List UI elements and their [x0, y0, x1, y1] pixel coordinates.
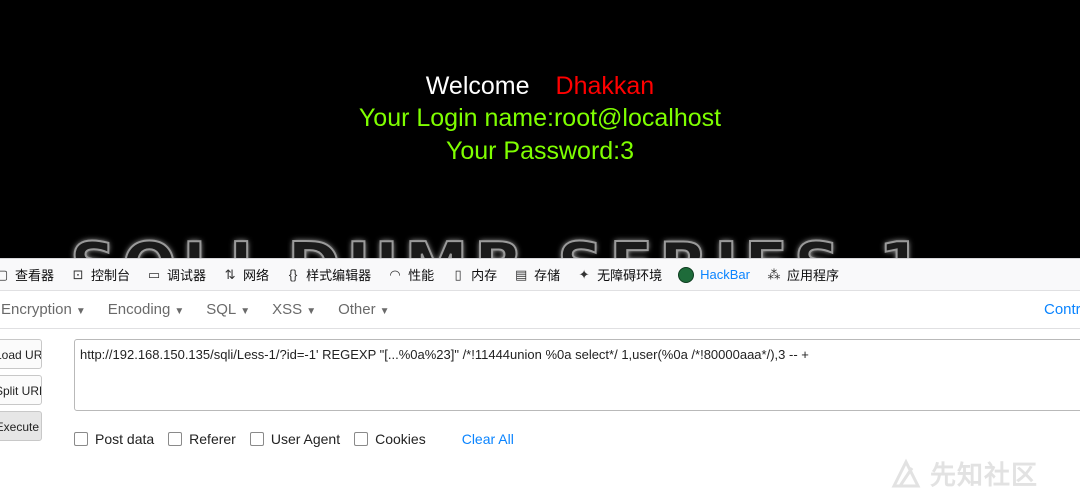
- execute-button[interactable]: Execute: [0, 411, 42, 441]
- menu-label: Encryption: [1, 301, 72, 318]
- post-data-option[interactable]: Post data: [74, 431, 154, 447]
- tab-hackbar[interactable]: HackBar: [670, 259, 758, 290]
- user-agent-checkbox[interactable]: [249, 432, 264, 446]
- tab-label: 存储: [534, 268, 561, 283]
- series-banner: SQLI DUMB SERIES-1: [69, 229, 929, 258]
- menu-label: Other: [338, 301, 376, 318]
- tab-label: 网络: [243, 268, 270, 283]
- tab-network[interactable]: ⇅ 网络: [214, 259, 277, 290]
- option-label: Cookies: [375, 431, 426, 447]
- tab-label: HackBar: [700, 267, 750, 282]
- cookies-checkbox[interactable]: [354, 432, 369, 446]
- tab-performance[interactable]: ◠ 性能: [379, 259, 442, 290]
- tab-storage[interactable]: ▤ 存储: [505, 259, 568, 290]
- menu-label: Encoding: [107, 301, 171, 318]
- tab-label: 应用程序: [787, 268, 840, 283]
- menu-encryption[interactable]: Encryption ▼: [0, 301, 97, 318]
- menu-other[interactable]: Other ▼: [327, 301, 400, 318]
- referer-checkbox[interactable]: [168, 432, 183, 446]
- tab-debugger[interactable]: ▭ 调试器: [138, 259, 214, 290]
- chevron-down-icon: ▼: [240, 306, 251, 317]
- application-icon: ⁂: [767, 266, 781, 282]
- menu-label: SQL: [206, 301, 237, 318]
- style-editor-icon: {}: [288, 266, 298, 282]
- chevron-down-icon: ▼: [75, 306, 86, 317]
- accessibility-icon: ✦: [578, 266, 590, 282]
- menu-sql[interactable]: SQL ▼: [195, 301, 261, 318]
- tab-inspector[interactable]: ▢ 查看器: [0, 259, 62, 290]
- chevron-down-icon: ▼: [379, 306, 390, 317]
- cookies-option[interactable]: Cookies: [354, 431, 426, 447]
- tab-label: 调试器: [167, 268, 207, 283]
- console-icon: ⊡: [72, 266, 84, 282]
- tab-application[interactable]: ⁂ 应用程序: [758, 259, 847, 290]
- menu-label: XSS: [272, 301, 303, 318]
- tab-console[interactable]: ⊡ 控制台: [62, 259, 138, 290]
- login-name-line: Your Login name:root@localhost: [358, 104, 722, 132]
- debugger-icon: ▭: [147, 266, 161, 282]
- clear-all-link[interactable]: Clear All: [462, 431, 514, 447]
- tab-style-editor[interactable]: {} 样式编辑器: [277, 259, 379, 290]
- option-label: Post data: [95, 431, 155, 447]
- devtools-tab-bar: ▢ 查看器 ⊡ 控制台 ▭ 调试器 ⇅ 网络 {} 样式编辑器 ◠ 性能 ▯ 内存 ▤ 存储 ✦…: [0, 258, 1080, 291]
- performance-icon: ◠: [389, 266, 401, 282]
- url-input[interactable]: http://192.168.150.135/sqli/Less-1/?id=-…: [74, 339, 1080, 411]
- tab-label: 无障碍环境: [597, 268, 663, 283]
- request-options: Post data Referer User Agent Cookies Cle…: [74, 428, 514, 450]
- inspector-icon: ▢: [0, 266, 9, 282]
- welcome-line: Welcome Dhakkan: [0, 71, 1080, 101]
- menu-encoding[interactable]: Encoding ▼: [97, 301, 195, 318]
- storage-icon: ▤: [514, 266, 528, 282]
- tab-label: 控制台: [91, 268, 131, 283]
- tab-memory[interactable]: ▯ 内存: [442, 259, 505, 290]
- welcome-name: Dhakkan: [555, 72, 655, 100]
- chevron-down-icon: ▼: [306, 306, 317, 317]
- tab-label: 样式编辑器: [306, 268, 372, 283]
- web-page-content: Welcome Dhakkan Your Login name:root@loca…: [0, 0, 1080, 258]
- memory-icon: ▯: [454, 266, 462, 282]
- referer-option[interactable]: Referer: [168, 431, 236, 447]
- hackbar-menu: Encryption ▼ Encoding ▼ SQL ▼ XSS ▼ Other ▼ C…: [0, 291, 1080, 329]
- chevron-down-icon: ▼: [174, 306, 185, 317]
- tab-label: 内存: [471, 268, 498, 283]
- password-line: Your Password:3: [445, 137, 635, 165]
- tab-accessibility[interactable]: ✦ 无障碍环境: [568, 259, 670, 290]
- menu-xss[interactable]: XSS ▼: [261, 301, 327, 318]
- option-label: User Agent: [270, 431, 341, 447]
- post-data-checkbox[interactable]: [74, 432, 88, 446]
- welcome-word: Welcome: [425, 72, 530, 100]
- tab-label: 性能: [408, 268, 435, 283]
- tab-label: 查看器: [15, 268, 55, 283]
- user-agent-option[interactable]: User Agent: [249, 431, 341, 447]
- hackbar-icon: [678, 266, 695, 283]
- watermark-text: 先知社区: [930, 460, 1039, 490]
- option-label: Referer: [189, 431, 236, 447]
- watermark-logo-icon: [891, 458, 921, 487]
- load-url-button[interactable]: Load URL: [0, 339, 42, 369]
- network-icon: ⇅: [224, 266, 236, 282]
- split-url-button[interactable]: Split URL: [0, 375, 42, 405]
- watermark: 先知社区: [890, 455, 1038, 492]
- contribute-link[interactable]: Contri: [1044, 301, 1080, 318]
